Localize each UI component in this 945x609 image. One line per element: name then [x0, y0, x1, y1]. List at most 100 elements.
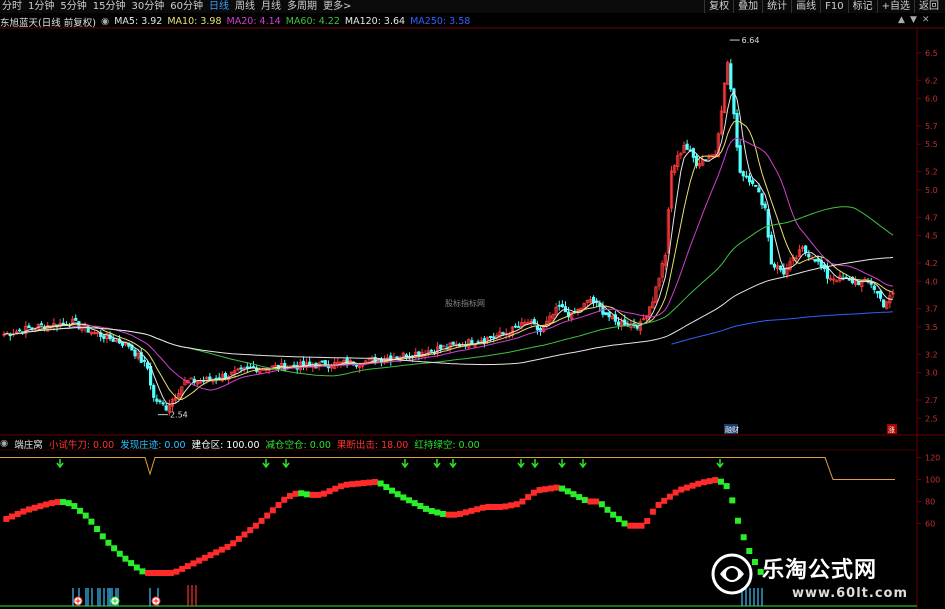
indicator-block	[536, 487, 543, 494]
candle-body	[744, 175, 748, 178]
signal-down-arrow	[531, 459, 539, 469]
candle-body	[557, 304, 561, 307]
indicator-block	[343, 481, 350, 488]
event-mark: 融财	[725, 425, 739, 434]
candle-body	[439, 344, 443, 350]
indicator-block	[20, 508, 27, 515]
indicator-block	[666, 493, 673, 500]
candle-body	[152, 385, 156, 398]
ma250-line	[671, 311, 894, 345]
indicator-block	[525, 494, 532, 501]
candle-body	[872, 285, 876, 290]
site-logo-icon	[711, 553, 753, 595]
indicator-block	[207, 552, 214, 559]
candle-body	[735, 113, 739, 148]
signal-down-arrow	[401, 459, 409, 469]
candle-body	[417, 351, 421, 356]
candle-body	[635, 325, 639, 329]
indicator-block	[632, 522, 639, 529]
indicator-block	[281, 496, 288, 503]
price-tick-label: 6.0	[925, 95, 938, 104]
candle-body	[489, 335, 493, 339]
candle-body	[161, 402, 165, 405]
candle-body	[111, 338, 115, 342]
center-watermark: 股标指标网	[445, 298, 485, 308]
candle-body	[769, 234, 773, 265]
indicator-block	[729, 497, 736, 504]
indicator-block	[400, 494, 407, 501]
indicator-block	[445, 511, 452, 518]
candle-body	[616, 321, 621, 326]
candle-body	[782, 268, 786, 275]
price-tick-label: 5.0	[925, 186, 938, 195]
kline-chart[interactable]: 6.5 6.2 6.0 5.7 5.5 5.2 5.0 4.7 4.5 4.2 4.0 3.7 3.5 3…	[0, 0, 945, 609]
indicator-block	[82, 512, 89, 519]
indicator-block	[184, 563, 191, 570]
indicator-block	[683, 484, 690, 491]
candle-body	[517, 326, 521, 328]
candle-body	[604, 312, 608, 316]
candle-body	[741, 171, 745, 177]
ma10-line	[3, 120, 894, 401]
indicator-block	[105, 539, 112, 546]
indicator-block	[88, 518, 95, 525]
indicator-block	[60, 499, 67, 506]
indicator-block	[247, 527, 254, 534]
candle-body	[747, 175, 752, 183]
indicator-block	[309, 491, 316, 498]
indicator-block	[292, 490, 299, 497]
watermark-url: www.60lt.com	[792, 586, 909, 601]
price-tick-label: 4.0	[925, 277, 938, 286]
candle-body	[8, 334, 12, 337]
candle-body	[482, 338, 486, 343]
candle-body	[320, 360, 324, 363]
price-tick-label: 2.7	[925, 396, 938, 405]
signal-down-arrow	[716, 459, 724, 469]
price-tick-label: 2.5	[925, 414, 938, 423]
indicator-block	[14, 511, 21, 518]
indicator-block	[689, 482, 696, 489]
indicator-block	[406, 497, 413, 504]
indicator-block	[122, 555, 129, 562]
candle-body	[102, 335, 106, 339]
price-tick-label: 6.2	[925, 76, 938, 85]
indicator-block	[150, 570, 157, 576]
candle-body	[189, 377, 193, 380]
candle-body	[245, 366, 249, 369]
indicator-block	[258, 517, 265, 524]
indicator-block	[99, 533, 106, 540]
indicator-block	[156, 570, 163, 576]
indicator-block	[241, 531, 248, 538]
candle-body	[158, 400, 162, 403]
indicator-block	[457, 510, 464, 517]
candle-body	[429, 349, 433, 352]
indicator-block	[326, 488, 333, 495]
candle-body	[738, 145, 742, 173]
indicator-block	[54, 499, 61, 506]
indicator-block	[479, 504, 486, 511]
indicator-block	[298, 490, 305, 497]
indicator-block	[593, 498, 600, 505]
indicator-block	[77, 507, 84, 514]
indicator-block	[377, 480, 384, 487]
indicator-block	[644, 518, 651, 525]
indicator-block	[128, 560, 135, 567]
indicator-block	[145, 570, 152, 576]
indicator-block	[190, 560, 197, 567]
indicator-block	[649, 508, 656, 515]
candle-body	[760, 193, 764, 206]
indicator-block	[587, 498, 594, 505]
indicator-block	[440, 510, 447, 517]
indicator-block	[559, 485, 566, 492]
candle-body	[729, 63, 733, 90]
candle-body	[492, 336, 496, 339]
indicator-block	[235, 535, 242, 542]
candle-body	[27, 325, 31, 329]
signal-down-arrow	[449, 459, 457, 469]
indicator-block	[542, 486, 549, 493]
low-price-label: 2.54	[170, 411, 188, 420]
candle-body	[354, 364, 359, 367]
candle-body	[39, 323, 44, 326]
indicator-block	[740, 534, 747, 541]
indicator-block	[162, 570, 169, 576]
